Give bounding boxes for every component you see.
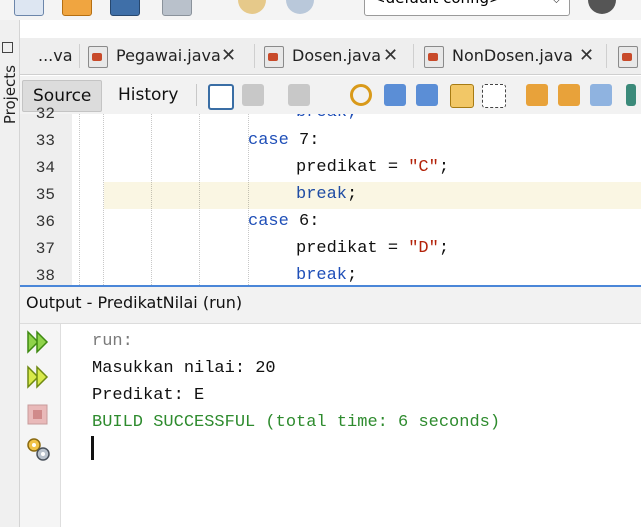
code-line: case 7: <box>248 131 320 150</box>
window-restore-icon[interactable] <box>2 42 13 53</box>
console-line: Predikat: E <box>92 386 205 405</box>
tab-hidden-file[interactable]: ...va <box>38 38 73 74</box>
output-actions <box>20 324 61 527</box>
projects-strip: Projects <box>0 20 20 527</box>
java-file-icon <box>424 46 444 68</box>
line-number: 36 <box>35 213 55 231</box>
java-file-icon <box>88 46 108 68</box>
main-toolbar: <default config> ⌵ <box>0 0 641 20</box>
java-file-icon <box>618 46 638 68</box>
prev-bookmark-icon[interactable] <box>526 84 548 106</box>
toggle-bookmark-icon[interactable] <box>590 84 612 106</box>
console-line: Masukkan nilai: 20 <box>92 359 276 378</box>
line-number: 35 <box>35 186 55 204</box>
editor-tabs: ...va Pegawai.java ✕ Dosen.java ✕ NonDos… <box>20 38 641 75</box>
code-line: predikat = "D"; <box>296 239 450 258</box>
line-number: 38 <box>35 267 55 285</box>
projects-tab[interactable]: Projects <box>1 65 19 165</box>
code-line: break; <box>296 266 358 285</box>
find-previous-icon[interactable] <box>384 84 406 106</box>
line-number: 34 <box>35 159 55 177</box>
toggle-highlight-icon[interactable] <box>450 84 474 108</box>
chevron-down-icon: ⌵ <box>552 0 561 10</box>
output-console[interactable]: run: Masukkan nilai: 20 Predikat: E BUIL… <box>61 324 641 527</box>
new-file-icon[interactable] <box>14 0 44 16</box>
last-edit-icon[interactable] <box>208 84 234 110</box>
rerun-icon[interactable] <box>25 329 51 355</box>
close-icon[interactable]: ✕ <box>221 38 236 74</box>
tab-label: ...va <box>38 46 73 65</box>
config-select[interactable]: <default config> ⌵ <box>364 0 570 16</box>
next-bookmark-icon[interactable] <box>558 84 580 106</box>
current-line-highlight <box>104 182 641 209</box>
close-icon[interactable]: ✕ <box>579 38 594 74</box>
settings-gears-icon[interactable] <box>25 436 51 462</box>
line-number: 37 <box>35 240 55 258</box>
text-caret <box>91 436 94 460</box>
line-number-gutter: 32 33 34 35 36 37 38 <box>20 105 72 285</box>
console-line: BUILD SUCCESSFUL (total time: 6 seconds) <box>92 413 501 432</box>
close-icon[interactable]: ✕ <box>383 38 398 74</box>
config-select-value: <default config> <box>373 0 502 9</box>
stop-icon[interactable] <box>25 402 51 428</box>
back-icon[interactable] <box>242 84 264 106</box>
code-line: case 6: <box>248 212 320 231</box>
find-icon[interactable] <box>350 84 372 106</box>
tab-label: NonDosen.java <box>452 46 573 65</box>
forward-icon[interactable] <box>288 84 310 106</box>
output-title[interactable]: Output - PredikatNilai (run) <box>26 287 242 319</box>
java-file-icon <box>264 46 284 68</box>
code-line: break; <box>296 114 357 122</box>
close-project-icon[interactable] <box>162 0 192 16</box>
output-header: Output - PredikatNilai (run) <box>20 287 641 324</box>
console-line: run: <box>92 332 133 351</box>
history-button[interactable]: History <box>108 80 188 110</box>
rerun-with-params-icon[interactable] <box>25 364 51 390</box>
run-main-project-icon[interactable] <box>588 0 616 14</box>
find-next-icon[interactable] <box>416 84 438 106</box>
editor-toolbar: Source History <box>20 76 641 115</box>
tab-label: Pegawai.java <box>116 46 221 65</box>
line-number: 32 <box>35 105 55 123</box>
tab-label: Dosen.java <box>292 46 382 65</box>
code-line: predikat = "C"; <box>296 158 450 177</box>
shift-line-icon[interactable] <box>626 84 636 106</box>
undo-icon[interactable] <box>238 0 266 14</box>
toggle-rect-select-icon[interactable] <box>482 84 506 108</box>
new-project-icon[interactable] <box>62 0 92 16</box>
line-number: 33 <box>35 132 55 150</box>
open-project-icon[interactable] <box>110 0 140 16</box>
redo-icon[interactable] <box>286 0 314 14</box>
